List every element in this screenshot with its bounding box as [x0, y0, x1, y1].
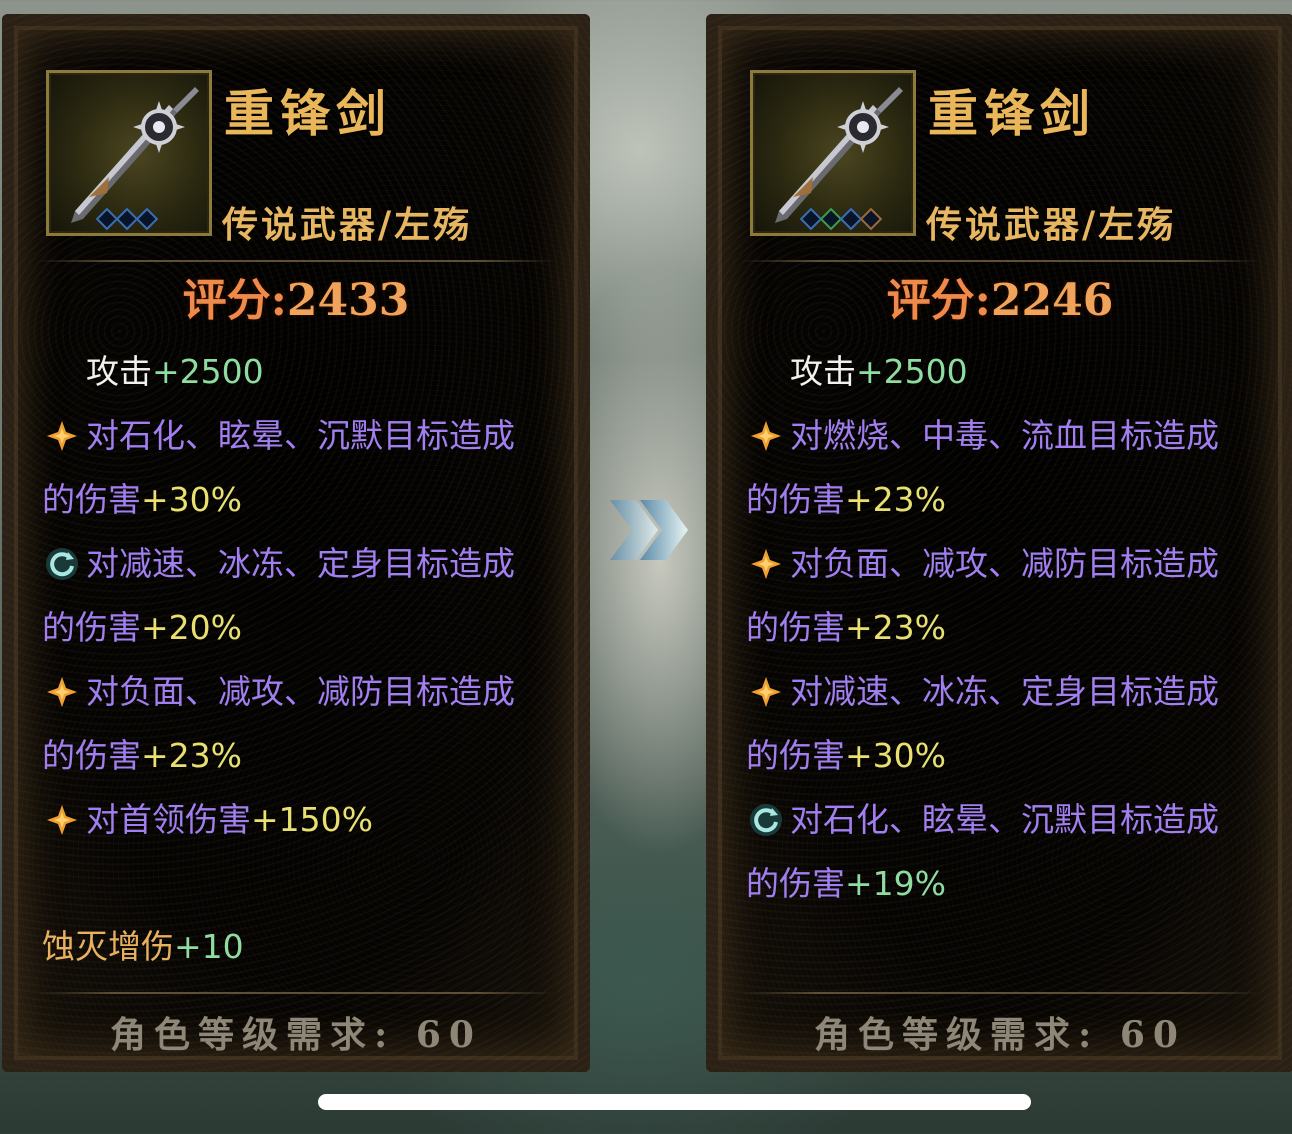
affix-text: 的伤害	[746, 608, 845, 647]
affix-item: 对减速、冰冻、定身目标造成 的伤害+20%	[42, 532, 562, 660]
weapon-icon-slot[interactable]	[750, 70, 916, 236]
affix-text: 对负面、减攻、减防目标造成	[790, 544, 1219, 583]
affix-text: 的伤害	[746, 864, 845, 903]
affix-text: 的伤害	[42, 608, 141, 647]
score: 评分:2246	[706, 264, 1292, 328]
base-stat-value: +2500	[856, 352, 968, 391]
affix-value: +150%	[251, 800, 373, 839]
affix-text: 的伤害	[42, 480, 141, 519]
item-name: 重锋剑	[224, 84, 392, 143]
base-stat-label: 攻击	[790, 352, 856, 391]
affix-item: 对减速、冰冻、定身目标造成 的伤害+30%	[746, 660, 1266, 788]
item-name: 重锋剑	[928, 84, 1096, 143]
score-label: 评分:	[182, 275, 287, 326]
score-label: 评分:	[886, 275, 991, 326]
divider	[36, 992, 556, 994]
score-value: 2246	[990, 275, 1114, 326]
socket-gems	[95, 207, 159, 231]
orange-star-icon	[746, 416, 786, 456]
base-stat: 攻击+2500	[746, 340, 1266, 404]
special-stat: 蚀灭增伤+10	[42, 920, 244, 968]
affix-item: 对负面、减攻、减防目标造成 的伤害+23%	[746, 532, 1266, 660]
score: 评分:2433	[2, 264, 590, 328]
affix-text: 的伤害	[42, 736, 141, 775]
affix-item: 对燃烧、中毒、流血目标造成 的伤害+23%	[746, 404, 1266, 532]
orange-star-icon	[42, 672, 82, 712]
affix-text: 对首领伤害	[86, 800, 251, 839]
divider	[740, 260, 1260, 262]
affix-text: 对石化、眩晕、沉默目标造成	[790, 800, 1219, 839]
affix-text: 的伤害	[746, 736, 845, 775]
affix-text: 对石化、眩晕、沉默目标造成	[86, 416, 515, 455]
brown-gem-icon	[859, 207, 883, 231]
affix-item: 对石化、眩晕、沉默目标造成 的伤害+19%	[746, 788, 1266, 916]
base-stat: 攻击+2500	[42, 340, 562, 404]
item-card-new: 重锋剑 传说武器/左殇 评分:2246 攻击+2500 对燃烧、中毒、流血目标造…	[706, 14, 1292, 1072]
affix-value: +19%	[845, 864, 946, 903]
cyan-refresh-icon	[42, 544, 82, 584]
affix-value: +30%	[141, 480, 242, 519]
affix-text: 的伤害	[746, 480, 845, 519]
affix-item: 对石化、眩晕、沉默目标造成 的伤害+30%	[42, 404, 562, 532]
affix-value: +23%	[845, 480, 946, 519]
base-stat-value: +2500	[152, 352, 264, 391]
item-type: 传说武器/左殇	[926, 204, 1177, 246]
divider	[36, 260, 556, 262]
divider	[740, 992, 1260, 994]
affix-text: 对燃烧、中毒、流血目标造成	[790, 416, 1219, 455]
orange-star-icon	[42, 416, 82, 456]
level-requirement: 角色等级需求: 60	[110, 1014, 482, 1056]
affix-item: 对负面、减攻、减防目标造成 的伤害+23%	[42, 660, 562, 788]
affix-value: +23%	[845, 608, 946, 647]
affix-value: +23%	[141, 736, 242, 775]
affix-text: 对减速、冰冻、定身目标造成	[790, 672, 1219, 711]
special-stat-label: 蚀灭增伤	[42, 927, 174, 966]
compare-arrow-icon	[610, 500, 688, 560]
blue-gem-icon	[135, 207, 159, 231]
home-indicator[interactable]	[318, 1094, 1031, 1110]
affix-value: +30%	[845, 736, 946, 775]
special-stat-value: +10	[174, 927, 244, 966]
score-value: 2433	[286, 275, 410, 326]
stat-list: 攻击+2500 对燃烧、中毒、流血目标造成 的伤害+23% 对负面、减攻、减防目…	[746, 340, 1266, 916]
stat-list: 攻击+2500 对石化、眩晕、沉默目标造成 的伤害+30% 对减速、冰冻、定身目…	[42, 340, 562, 852]
level-requirement: 角色等级需求: 60	[814, 1014, 1186, 1056]
affix-item: 对首领伤害 +150%	[42, 788, 562, 852]
affix-text: 对负面、减攻、减防目标造成	[86, 672, 515, 711]
orange-star-icon	[746, 672, 786, 712]
item-type: 传说武器/左殇	[222, 204, 473, 246]
orange-star-icon	[42, 800, 82, 840]
item-card-current: 重锋剑 传说武器/左殇 评分:2433 攻击+2500 对石化、眩晕、沉默目标造…	[2, 14, 590, 1072]
affix-value: +20%	[141, 608, 242, 647]
orange-star-icon	[746, 544, 786, 584]
socket-gems	[799, 207, 883, 231]
cyan-refresh-icon	[746, 800, 786, 840]
weapon-icon-slot[interactable]	[46, 70, 212, 236]
affix-text: 对减速、冰冻、定身目标造成	[86, 544, 515, 583]
base-stat-label: 攻击	[86, 352, 152, 391]
